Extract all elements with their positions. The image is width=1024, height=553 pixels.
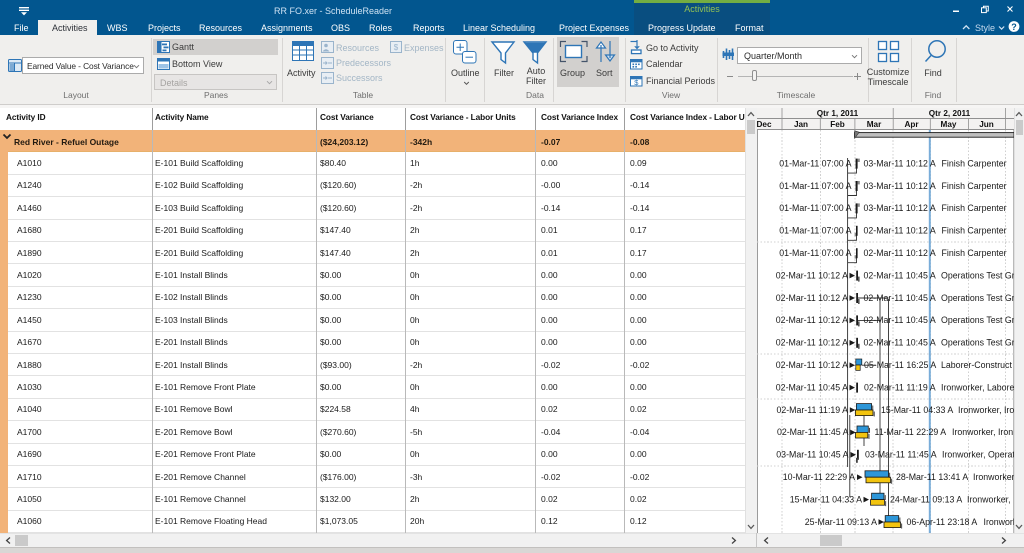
svg-text:01-Mar-11 07:00 A: 01-Mar-11 07:00 A [779, 158, 851, 168]
svg-text:Operations Test Gr: Operations Test Gr [941, 338, 1014, 348]
svg-text:May: May [941, 120, 957, 129]
svg-text:06-Apr-11 23:18 A: 06-Apr-11 23:18 A [907, 517, 978, 527]
svg-text:Mar: Mar [867, 120, 882, 129]
svg-text:01-Mar-11 07:00 A: 01-Mar-11 07:00 A [779, 226, 851, 236]
svg-text:Ironworker, Laborer: Ironworker, Laborer [941, 382, 1014, 392]
svg-text:Apr: Apr [904, 120, 919, 129]
svg-text:02-Mar-11 10:45 A: 02-Mar-11 10:45 A [776, 382, 848, 392]
svg-text:$: $ [394, 43, 399, 52]
svg-text:Ironworker, Operat: Ironworker, Operat [942, 450, 1014, 460]
svg-text:Feb: Feb [830, 120, 845, 129]
svg-text:10-Mar-11 22:29 A: 10-Mar-11 22:29 A [783, 472, 855, 482]
svg-text:15-Mar-11 04:33 A: 15-Mar-11 04:33 A [790, 494, 862, 504]
svg-text:02-Mar-11 10:45 A: 02-Mar-11 10:45 A [864, 293, 936, 303]
svg-text:Ironworker, Iro: Ironworker, Iro [958, 405, 1014, 415]
svg-text:Ironworker, Iron: Ironworker, Iron [952, 427, 1013, 437]
svg-text:Operations Test Gr: Operations Test Gr [941, 293, 1014, 303]
svg-text:25-Mar-11 09:13 A: 25-Mar-11 09:13 A [805, 517, 877, 527]
svg-text:02-Mar-11 10:12 A: 02-Mar-11 10:12 A [776, 293, 848, 303]
svg-text:02-Mar-11 10:45 A: 02-Mar-11 10:45 A [864, 270, 936, 280]
svg-text:03-Mar-11 10:12 A: 03-Mar-11 10:12 A [864, 203, 936, 213]
svg-text:28-Mar-11 13:41 A: 28-Mar-11 13:41 A [896, 472, 968, 482]
svg-text:Finish Carpenter: Finish Carpenter [942, 248, 1007, 258]
svg-text:Ironworker: Ironworker [984, 517, 1015, 527]
svg-text:Qtr 2, 2011: Qtr 2, 2011 [929, 109, 971, 118]
svg-text:02-Mar-11 10:12 A: 02-Mar-11 10:12 A [776, 315, 848, 325]
svg-text:Finish Carpenter: Finish Carpenter [942, 181, 1007, 191]
svg-text:01-Mar-11 07:00 A: 01-Mar-11 07:00 A [779, 203, 851, 213]
svg-text:Laborer-Construct: Laborer-Construct [941, 360, 1012, 370]
svg-text:24-Mar-11 09:13 A: 24-Mar-11 09:13 A [890, 494, 962, 504]
svg-text:Qtr 1, 2011: Qtr 1, 2011 [817, 109, 859, 118]
svg-text:03-Mar-11 10:12 A: 03-Mar-11 10:12 A [864, 158, 936, 168]
svg-text:15-Mar-11 04:33 A: 15-Mar-11 04:33 A [881, 405, 953, 415]
svg-text:Ironworker,: Ironworker, [967, 494, 1011, 504]
svg-text:Dec: Dec [757, 120, 772, 129]
svg-text:02-Mar-11 10:12 A: 02-Mar-11 10:12 A [776, 360, 848, 370]
svg-text:Finish Carpenter: Finish Carpenter [942, 203, 1007, 213]
svg-text:02-Mar-11 10:12 A: 02-Mar-11 10:12 A [864, 248, 936, 258]
svg-text:02-Mar-11 11:19 A: 02-Mar-11 11:19 A [864, 382, 936, 392]
svg-text:02-Mar-11 10:12 A: 02-Mar-11 10:12 A [776, 338, 848, 348]
svg-text:01-Mar-11 07:00 A: 01-Mar-11 07:00 A [779, 181, 851, 191]
svg-text:Jan: Jan [794, 120, 808, 129]
svg-text:Finish Carpenter: Finish Carpenter [942, 158, 1007, 168]
svg-text:05-Mar-11 16:25 A: 05-Mar-11 16:25 A [864, 360, 936, 370]
svg-text:02-Mar-11 11:19 A: 02-Mar-11 11:19 A [776, 405, 848, 415]
svg-text:03-Mar-11 10:45 A: 03-Mar-11 10:45 A [776, 450, 848, 460]
svg-text:03-Mar-11 10:12 A: 03-Mar-11 10:12 A [864, 181, 936, 191]
svg-text:01-Mar-11 07:00 A: 01-Mar-11 07:00 A [779, 248, 851, 258]
svg-text:11-Mar-11 22:29 A: 11-Mar-11 22:29 A [875, 427, 947, 437]
svg-text:02-Mar-11 11:45 A: 02-Mar-11 11:45 A [777, 427, 849, 437]
svg-text:Operations Test Gr: Operations Test Gr [941, 315, 1014, 325]
svg-text:02-Mar-11 10:12 A: 02-Mar-11 10:12 A [776, 270, 848, 280]
svg-text:Operations Test Gr: Operations Test Gr [941, 270, 1014, 280]
svg-text:Ironworker: Ironworker [973, 472, 1014, 482]
svg-text:Finish Carpenter: Finish Carpenter [942, 226, 1007, 236]
svg-text:02-Mar-11 10:12 A: 02-Mar-11 10:12 A [864, 226, 936, 236]
svg-text:02-Mar-11 10:45 A: 02-Mar-11 10:45 A [864, 338, 936, 348]
svg-text:Jun: Jun [979, 120, 994, 129]
svg-text:02-Mar-11 10:45 A: 02-Mar-11 10:45 A [864, 315, 936, 325]
svg-text:03-Mar-11 11:45 A: 03-Mar-11 11:45 A [865, 450, 937, 460]
